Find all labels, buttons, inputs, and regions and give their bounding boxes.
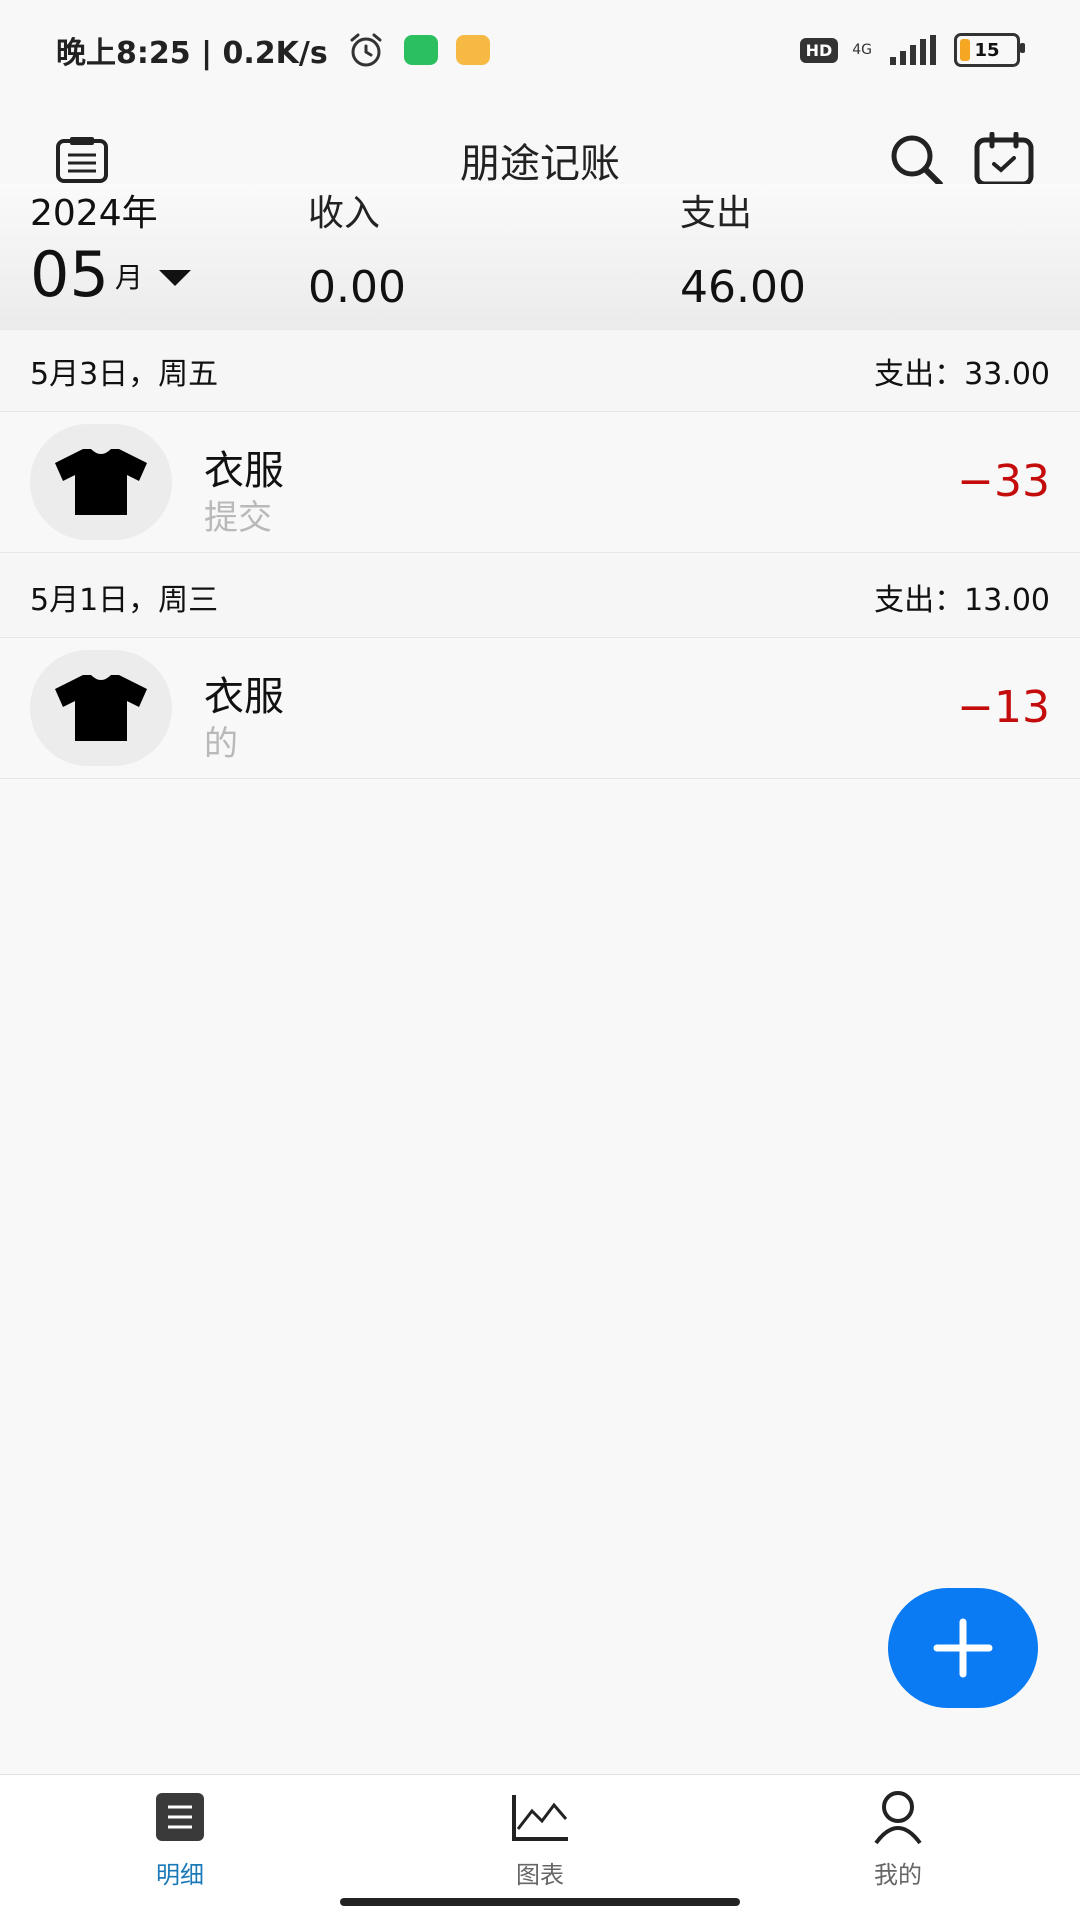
nav-item-chart[interactable]: 图表 [450, 1785, 630, 1890]
status-bar: 晚上8:25 | 0.2K/s HD 4G 15 [0, 0, 1080, 100]
list-item[interactable]: 衣服 提交 −33 [0, 412, 1080, 553]
plus-icon [933, 1618, 993, 1678]
expense-value: 46.00 [680, 262, 806, 313]
wechat-icon [403, 35, 438, 65]
year-label: 2024年 [30, 193, 158, 234]
detail-list-icon [156, 1793, 204, 1841]
list-item[interactable]: 衣服 的 −13 [0, 638, 1080, 779]
battery-icon: 15 [954, 33, 1025, 67]
entry-category: 衣服 [204, 674, 284, 720]
expense-label: 支出 [680, 193, 753, 234]
add-entry-button[interactable] [888, 1588, 1038, 1708]
status-left: 晚上8:25 | 0.2K/s [56, 28, 490, 72]
network-type: 4G [852, 42, 872, 58]
month-number: 05 [30, 238, 109, 311]
status-time: 晚上8:25 | 0.2K/s [56, 36, 328, 71]
entry-category: 衣服 [204, 448, 284, 494]
chevron-down-icon [158, 270, 191, 286]
income-value: 0.00 [308, 262, 406, 313]
home-indicator [340, 1898, 740, 1906]
battery-level [960, 39, 970, 61]
entry-amount: −33 [957, 456, 1050, 507]
category-icon [30, 650, 172, 766]
expense-summary: 支出 46.00 [680, 184, 806, 313]
line-chart-icon [512, 1795, 568, 1841]
day-title: 5月3日，周五 [30, 356, 219, 392]
summary-panel: 2024年 05 月 收入 0.00 支出 46.00 [0, 184, 1080, 330]
income-summary: 收入 0.00 [308, 184, 406, 313]
nav-label-chart: 图表 [516, 1861, 564, 1889]
month-unit: 月 [114, 261, 143, 294]
nav-item-me[interactable]: 我的 [808, 1785, 988, 1890]
app-title: 朋途记账 [460, 141, 620, 187]
tshirt-icon [55, 675, 147, 741]
entry-note: 提交 [204, 498, 272, 538]
status-right: HD 4G 15 [799, 33, 1025, 67]
user-icon [874, 1791, 922, 1845]
list-icon [56, 137, 108, 183]
month-selector[interactable]: 05 月 [30, 244, 191, 306]
income-label: 收入 [308, 193, 381, 234]
message-icon [455, 35, 490, 65]
day-header: 5月1日，周三 支出：13.00 [0, 556, 1080, 638]
signal-icon [890, 35, 936, 65]
nav-label-detail: 明细 [156, 1861, 204, 1889]
day-total: 支出：13.00 [874, 582, 1050, 618]
day-total: 支出：33.00 [874, 356, 1050, 392]
nav-label-me: 我的 [874, 1861, 922, 1889]
search-icon [891, 135, 943, 187]
hd-badge: HD [799, 37, 839, 63]
entry-note: 的 [204, 724, 238, 764]
day-title: 5月1日，周三 [30, 582, 219, 618]
battery-text: 15 [974, 39, 1000, 61]
alarm-icon [350, 33, 382, 67]
calendar-check-icon [974, 132, 1034, 187]
category-icon [30, 424, 172, 540]
entry-amount: −13 [957, 682, 1050, 733]
day-header: 5月3日，周五 支出：33.00 [0, 330, 1080, 412]
nav-item-detail[interactable]: 明细 [90, 1785, 270, 1890]
tshirt-icon [55, 449, 147, 515]
